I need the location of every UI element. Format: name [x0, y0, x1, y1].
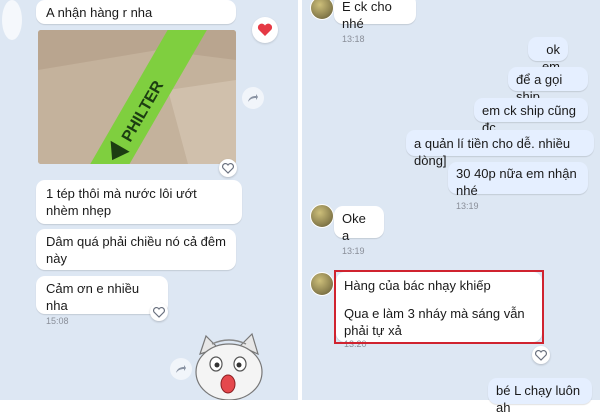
- message-text: bé L chạy luôn ah: [496, 383, 581, 415]
- like-icon[interactable]: [532, 346, 550, 364]
- message-time: 13:19: [342, 246, 365, 256]
- chat-bubble-received[interactable]: 1 tép thôi mà nước lôi ướt nhèm nhẹp: [36, 180, 242, 224]
- message-text: Oke a: [342, 211, 366, 243]
- chat-bubble-sent[interactable]: 30 40p nữa em nhận nhé 13:19: [448, 162, 588, 211]
- left-chat-panel: A nhận hàng r nha PHILTER 1 tép thôi mà …: [0, 0, 298, 400]
- avatar: [310, 272, 334, 296]
- chat-bubble-sent[interactable]: em ck ship cũng đc: [474, 98, 588, 135]
- message-text: E ck cho nhé: [342, 0, 392, 31]
- like-icon[interactable]: [219, 159, 237, 177]
- chat-bubble-received[interactable]: A nhận hàng r nha: [36, 0, 236, 24]
- chat-bubble-sent[interactable]: ok em: [528, 37, 568, 74]
- chat-bubble-sent[interactable]: để a gọi ship: [508, 67, 588, 104]
- share-icon[interactable]: [170, 358, 192, 380]
- message-text: 30 40p nữa em nhận nhé: [456, 166, 577, 198]
- chat-bubble-received[interactable]: Oke a 13:19: [334, 206, 384, 256]
- chat-bubble-received[interactable]: E ck cho nhé 13:18: [334, 0, 416, 44]
- message-text: A nhận hàng r nha: [46, 5, 153, 20]
- message-time: 13:19: [456, 201, 479, 211]
- chat-bubble-sent[interactable]: bé L chạy luôn ah: [488, 378, 592, 415]
- like-icon[interactable]: [150, 303, 168, 321]
- message-photo[interactable]: PHILTER: [38, 30, 236, 164]
- message-text: Cảm ơn e nhiều nha: [46, 281, 140, 313]
- heart-icon[interactable]: [252, 17, 278, 43]
- chat-bubble-sent[interactable]: a quản lí tiền cho dễ. nhiều dòng]: [406, 130, 594, 168]
- share-icon[interactable]: [242, 87, 264, 109]
- cat-sticker[interactable]: [192, 332, 266, 400]
- message-text: 1 tép thôi mà nước lôi ướt nhèm nhẹp: [46, 186, 197, 218]
- message-time: 15:08: [46, 316, 69, 326]
- message-text: Dâm quá phải chiều nó cả đêm này: [46, 234, 226, 266]
- photo-image: PHILTER: [38, 30, 236, 164]
- message-time: 13:18: [342, 34, 365, 44]
- background-decoration: [2, 0, 22, 40]
- chat-bubble-received[interactable]: Dâm quá phải chiều nó cả đêm này: [36, 229, 236, 270]
- avatar: [310, 204, 334, 228]
- highlight-box: [334, 270, 544, 344]
- chat-bubble-received[interactable]: Cảm ơn e nhiều nha 15:08: [36, 276, 168, 326]
